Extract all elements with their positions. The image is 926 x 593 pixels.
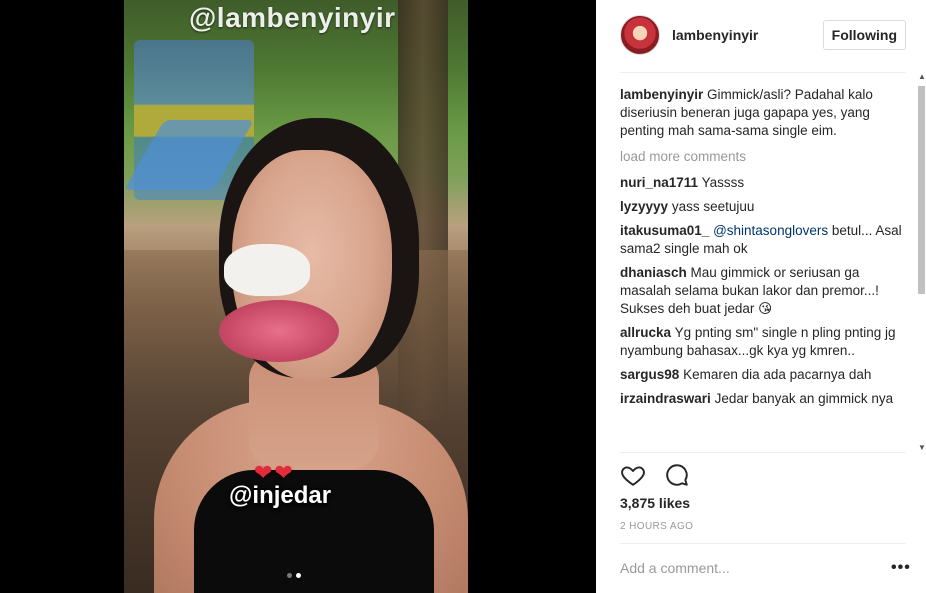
- comment-mention-link[interactable]: @shintasonglovers: [713, 223, 828, 238]
- comment-item: allrucka Yg pnting sm" single n pling pn…: [620, 324, 910, 360]
- post-header: lambenyinyir Following: [620, 14, 906, 56]
- comments-scrollbar[interactable]: ▲ ▼: [917, 72, 926, 452]
- carousel-indicator: [287, 573, 301, 578]
- comment-username[interactable]: nuri_na1711: [620, 175, 698, 190]
- caption: lambenyinyir Gimmick/asli? Padahal kalo …: [620, 86, 910, 140]
- comment-text: yass seetujuu: [671, 199, 755, 214]
- video-frame[interactable]: @lambenyinyir ❤❤ @injedar: [124, 0, 468, 593]
- ellipsis-icon[interactable]: •••: [891, 560, 911, 576]
- carousel-dot: [287, 573, 292, 578]
- post-timestamp[interactable]: 2 HOURS AGO: [620, 521, 693, 532]
- action-bar: [620, 462, 690, 488]
- comment-item: itakusuma01_ @shintasonglovers betul... …: [620, 222, 910, 258]
- scroll-down-icon[interactable]: ▼: [918, 443, 926, 452]
- comment-username[interactable]: itakusuma01_: [620, 223, 709, 238]
- load-more-comments-link[interactable]: load more comments: [620, 148, 910, 166]
- likes-count[interactable]: 3,875 likes: [620, 495, 690, 511]
- speech-bubble-icon[interactable]: [664, 462, 690, 488]
- comment-item: sargus98 Kemaren dia ada pacarnya dah: [620, 366, 910, 384]
- scroll-up-icon[interactable]: ▲: [918, 72, 926, 81]
- heart-icon[interactable]: [620, 462, 646, 488]
- post-sidebar: lambenyinyir Following lambenyinyir Gimm…: [596, 0, 926, 593]
- comment-divider: [620, 543, 906, 544]
- comment-text: Yassss: [701, 175, 745, 190]
- actions-divider: [620, 452, 906, 453]
- following-button[interactable]: Following: [822, 20, 906, 50]
- avatar[interactable]: [620, 15, 660, 55]
- post-media[interactable]: @lambenyinyir ❤❤ @injedar: [0, 0, 596, 593]
- comment-text: Jedar banyak an gimmick nya: [714, 391, 894, 406]
- scrollbar-thumb[interactable]: [918, 86, 925, 294]
- comment-text: Kemaren dia ada pacarnya dah: [683, 367, 872, 382]
- comment-username[interactable]: allrucka: [620, 325, 671, 340]
- comment-item: dhaniasch Mau gimmick or seriusan ga mas…: [620, 264, 910, 318]
- comment-username[interactable]: dhaniasch: [620, 265, 687, 280]
- carousel-dot-active: [296, 573, 301, 578]
- add-comment-input[interactable]: Add a comment...: [620, 560, 730, 576]
- header-divider: [620, 72, 906, 73]
- header-username[interactable]: lambenyinyir: [672, 27, 823, 43]
- user-tag-sticker: @injedar: [229, 482, 332, 509]
- comments-list[interactable]: lambenyinyir Gimmick/asli? Padahal kalo …: [620, 86, 910, 452]
- caption-username[interactable]: lambenyinyir: [620, 87, 703, 102]
- comment-item: nuri_na1711 Yassss: [620, 174, 910, 192]
- comment-username[interactable]: irzaindraswari: [620, 391, 711, 406]
- comment-item: irzaindraswari Jedar banyak an gimmick n…: [620, 390, 910, 408]
- comment-username[interactable]: lyzyyyy: [620, 199, 668, 214]
- video-watermark: @lambenyinyir: [189, 2, 396, 33]
- comment-item: lyzyyyy yass seetujuu: [620, 198, 910, 216]
- lips: [219, 300, 339, 362]
- nose-strip: [224, 244, 310, 296]
- comment-username[interactable]: sargus98: [620, 367, 679, 382]
